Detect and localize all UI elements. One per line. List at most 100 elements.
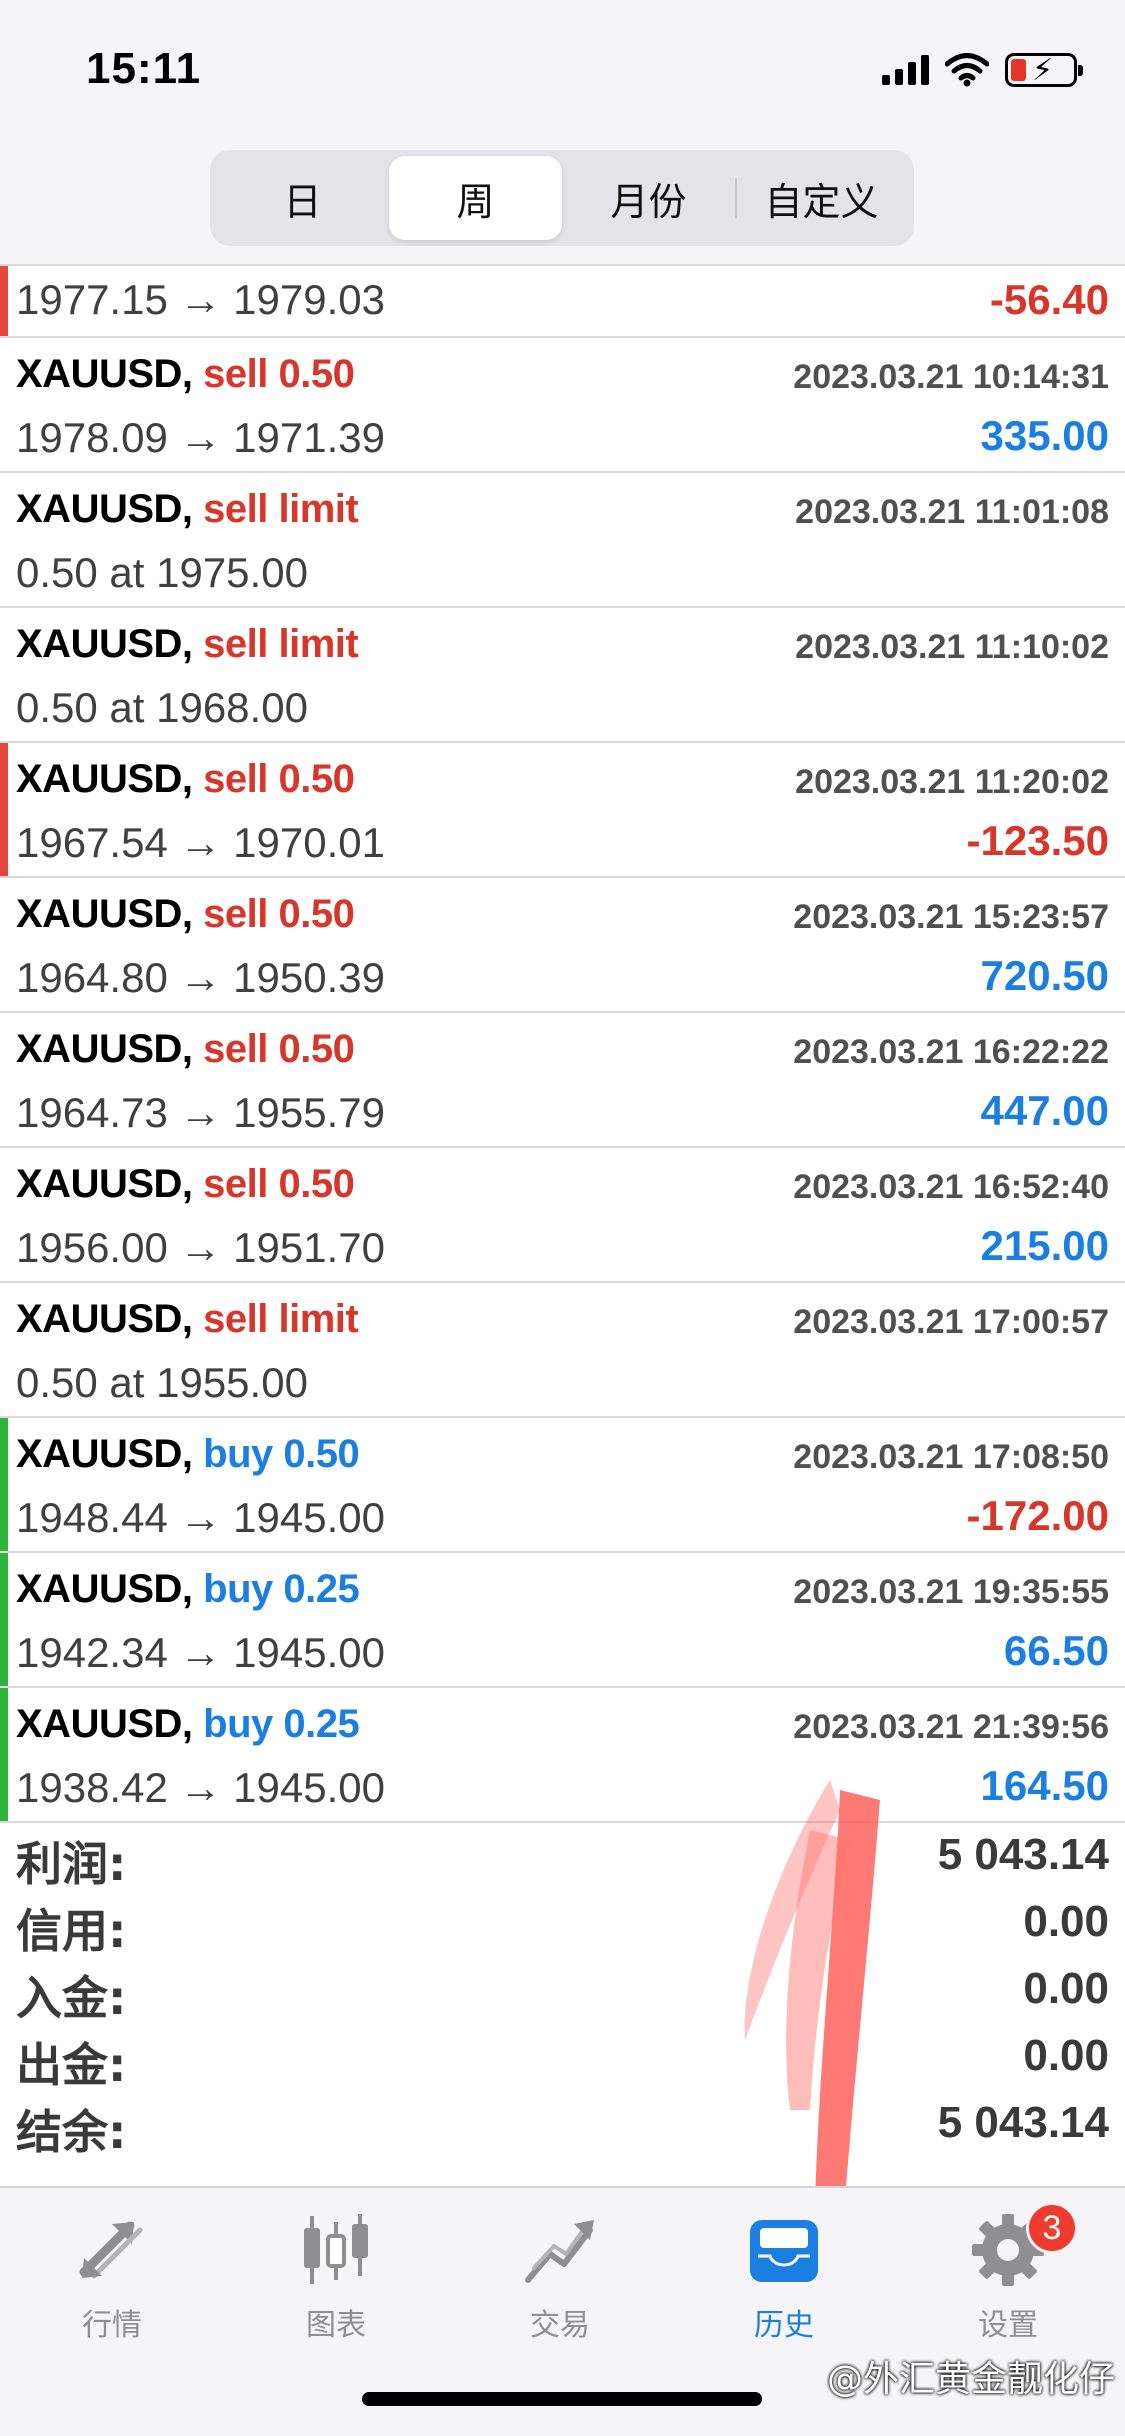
symbol-label: XAUUSD, <box>16 1567 193 1611</box>
history-list: 1977.15 → 1979.03 -56.40 XAUUSD, sell 0.… <box>0 264 1125 1823</box>
battery-charging-icon: ⚡ <box>1005 53 1083 87</box>
tab-quotes[interactable]: 行情 <box>12 2208 212 2344</box>
order-side: sell limit <box>203 1297 359 1341</box>
tab-chart[interactable]: 图表 <box>236 2208 436 2344</box>
deal-time: 2023.03.21 17:08:50 <box>793 1438 1109 1476</box>
status-bar: 15:11 ⚡ <box>0 0 1125 140</box>
order-side: sell 0.50 <box>203 1027 355 1071</box>
symbol-label: XAUUSD, <box>16 352 193 396</box>
symbol-label: XAUUSD, <box>16 1297 193 1341</box>
period-selector-bar: 日 周 月份 自定义 <box>0 140 1125 264</box>
deal-time: 2023.03.21 10:14:31 <box>793 358 1109 396</box>
period-segmented-control: 日 周 月份 自定义 <box>210 150 914 246</box>
profit-value: 447.00 <box>980 1087 1109 1134</box>
symbol-label: XAUUSD, <box>16 1702 193 1746</box>
history-row[interactable]: XAUUSD, buy 0.25 2023.03.21 21:39:56 193… <box>0 1688 1125 1823</box>
profit-value: -123.50 <box>966 817 1109 864</box>
profit-value: 215.00 <box>980 1222 1109 1269</box>
history-row[interactable]: 1977.15 → 1979.03 -56.40 <box>0 264 1125 338</box>
history-row[interactable]: XAUUSD, sell 0.50 2023.03.21 15:23:57 19… <box>0 878 1125 1013</box>
symbol-label: XAUUSD, <box>16 1432 193 1476</box>
tab-label: 设置 <box>978 2308 1038 2343</box>
history-inbox-icon <box>742 2208 826 2292</box>
segment-custom[interactable]: 自定义 <box>735 156 908 240</box>
order-side: sell limit <box>203 622 359 666</box>
symbol-label: XAUUSD, <box>16 757 193 801</box>
order-details: 0.50 at 1968.00 <box>16 684 308 731</box>
summary-credit: 信用: 0.00 <box>0 1891 1125 1958</box>
summary-withdrawal: 出金: 0.00 <box>0 2025 1125 2092</box>
cellular-signal-icon <box>882 55 929 85</box>
price-range: 1978.09 → 1971.39 <box>16 414 385 461</box>
price-range: 1967.54 → 1970.01 <box>16 819 385 866</box>
summary-value: 5 043.14 <box>937 2098 1109 2147</box>
symbol-label: XAUUSD, <box>16 622 193 666</box>
order-side: sell limit <box>203 487 359 531</box>
buy-indicator-bar <box>0 1688 8 1821</box>
status-time: 15:11 <box>86 44 202 93</box>
summary-label: 结余: <box>16 2105 127 2159</box>
segment-week[interactable]: 周 <box>389 156 562 240</box>
order-side: sell 0.50 <box>203 1162 355 1206</box>
deal-time: 2023.03.21 11:01:08 <box>795 493 1109 531</box>
summary-deposit: 入金: 0.00 <box>0 1958 1125 2025</box>
history-row[interactable]: XAUUSD, sell limit 2023.03.21 11:10:02 0… <box>0 608 1125 743</box>
profit-value: 335.00 <box>980 412 1109 459</box>
order-details: 0.50 at 1955.00 <box>16 1359 308 1406</box>
deal-time: 2023.03.21 16:22:22 <box>793 1033 1109 1071</box>
history-row[interactable]: XAUUSD, sell 0.50 2023.03.21 11:20:02 19… <box>0 743 1125 878</box>
trade-trend-icon <box>518 2208 602 2292</box>
tab-trade[interactable]: 交易 <box>460 2208 660 2344</box>
price-range: 1956.00 → 1951.70 <box>16 1224 385 1271</box>
tab-label: 交易 <box>530 2308 590 2343</box>
buy-indicator-bar <box>0 1553 8 1686</box>
tab-label: 历史 <box>754 2308 814 2343</box>
profit-value: 66.50 <box>1003 1627 1109 1674</box>
summary-value: 0.00 <box>1023 2031 1109 2080</box>
summary-profit: 利润: 5 043.14 <box>0 1824 1125 1891</box>
history-row[interactable]: XAUUSD, sell 0.50 2023.03.21 16:22:22 19… <box>0 1013 1125 1148</box>
order-side: buy 0.25 <box>203 1702 360 1746</box>
deal-time: 2023.03.21 16:52:40 <box>793 1168 1109 1206</box>
summary-label: 利润: <box>16 1837 127 1891</box>
notification-badge: 3 <box>1026 2202 1078 2254</box>
order-side: sell 0.50 <box>203 352 355 396</box>
tab-label: 图表 <box>306 2308 366 2343</box>
deal-time: 2023.03.21 11:20:02 <box>795 763 1109 801</box>
history-row[interactable]: XAUUSD, sell 0.50 2023.03.21 16:52:40 19… <box>0 1148 1125 1283</box>
price-range: 1942.34 → 1945.00 <box>16 1629 385 1676</box>
summary-balance: 结余: 5 043.14 <box>0 2092 1125 2159</box>
tab-label: 行情 <box>82 2308 142 2343</box>
segment-day[interactable]: 日 <box>216 156 389 240</box>
deal-time: 2023.03.21 21:39:56 <box>793 1708 1109 1746</box>
summary-label: 出金: <box>16 2038 127 2092</box>
loss-indicator-bar <box>0 743 8 876</box>
history-row[interactable]: XAUUSD, buy 0.50 2023.03.21 17:08:50 194… <box>0 1418 1125 1553</box>
buy-indicator-bar <box>0 1418 8 1551</box>
tab-settings[interactable]: 3 设置 <box>908 2202 1108 2344</box>
summary-label: 入金: <box>16 1971 127 2025</box>
price-range: 1964.73 → 1955.79 <box>16 1089 385 1136</box>
status-icons: ⚡ <box>882 50 1083 90</box>
history-row[interactable]: XAUUSD, sell limit 2023.03.21 17:00:57 0… <box>0 1283 1125 1418</box>
order-side: buy 0.50 <box>203 1432 360 1476</box>
symbol-label: XAUUSD, <box>16 1162 193 1206</box>
history-row[interactable]: XAUUSD, sell 0.50 2023.03.21 10:14:31 19… <box>0 338 1125 473</box>
symbol-label: XAUUSD, <box>16 487 193 531</box>
price-range: 1938.42 → 1945.00 <box>16 1764 385 1811</box>
history-row[interactable]: XAUUSD, sell limit 2023.03.21 11:01:08 0… <box>0 473 1125 608</box>
summary-value: 5 043.14 <box>937 1830 1109 1879</box>
price-range: 1977.15 → 1979.03 <box>16 276 385 323</box>
deal-time: 2023.03.21 17:00:57 <box>793 1303 1109 1341</box>
segment-month[interactable]: 月份 <box>562 156 735 240</box>
profit-value: 164.50 <box>980 1762 1109 1809</box>
profit-value: 720.50 <box>980 952 1109 999</box>
quotes-arrows-icon <box>70 2208 154 2292</box>
tab-history[interactable]: 历史 <box>684 2208 884 2344</box>
loss-indicator-bar <box>0 266 8 336</box>
symbol-label: XAUUSD, <box>16 892 193 936</box>
price-range: 1948.44 → 1945.00 <box>16 1494 385 1541</box>
home-indicator[interactable] <box>362 2392 762 2406</box>
history-row[interactable]: XAUUSD, buy 0.25 2023.03.21 19:35:55 194… <box>0 1553 1125 1688</box>
deal-time: 2023.03.21 11:10:02 <box>795 628 1109 666</box>
